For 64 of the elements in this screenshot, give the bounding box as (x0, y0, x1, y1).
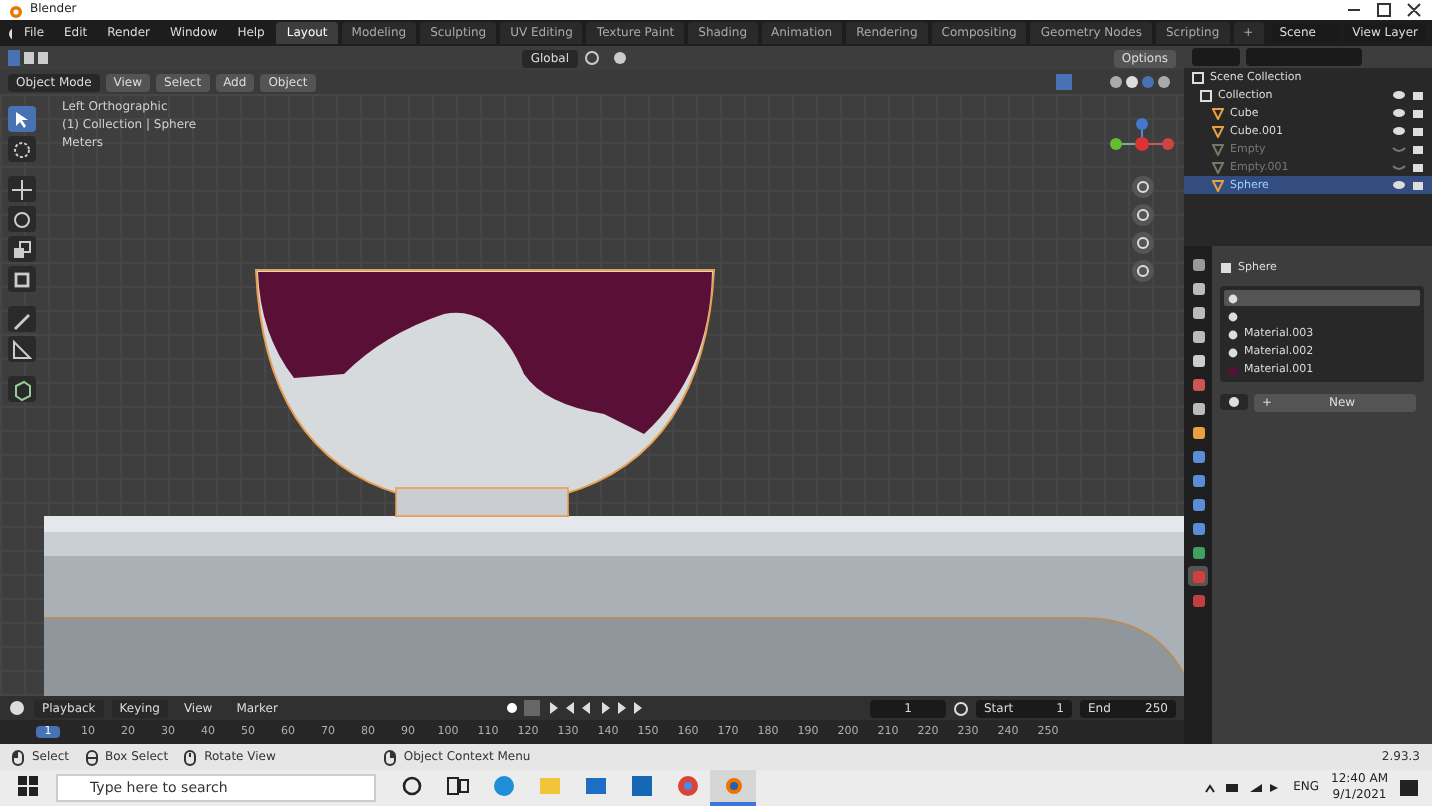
window-controls-icon[interactable] (1344, 2, 1424, 18)
properties-tab[interactable] (1188, 350, 1208, 370)
mouse-icon (184, 749, 197, 765)
particles-tab-icon (1191, 473, 1205, 487)
material-tab-icon (1191, 569, 1205, 583)
mouse-icon (12, 749, 24, 765)
properties-tab[interactable] (1188, 422, 1208, 442)
tool-button[interactable] (8, 206, 36, 232)
search-field[interactable] (1246, 48, 1362, 66)
tool-tab-icon (1191, 257, 1205, 271)
collection-tab-icon (1191, 401, 1205, 415)
properties-tab[interactable] (1188, 494, 1208, 514)
add-cube-icon (10, 377, 34, 401)
properties-tab[interactable] (1188, 518, 1208, 538)
tool-button[interactable] (8, 306, 36, 332)
tool-button[interactable] (8, 266, 36, 292)
properties-tab[interactable] (1188, 446, 1208, 466)
modifiers-tab-icon (1191, 449, 1205, 463)
cursor-icon (10, 137, 34, 161)
material-sphere-icon (1228, 396, 1240, 408)
tool-button[interactable] (8, 106, 36, 132)
output-tab-icon (1191, 305, 1205, 319)
data-tab-icon (1191, 545, 1205, 559)
explorer-icon (535, 772, 563, 800)
browse-material-button[interactable] (1220, 394, 1248, 410)
edge-icon (489, 772, 517, 800)
tool-button[interactable] (8, 176, 36, 202)
texture-tab-icon (1191, 593, 1205, 607)
properties-tab[interactable] (1188, 254, 1208, 274)
cortana-icon (397, 772, 425, 800)
world-tab-icon (1191, 377, 1205, 391)
move-icon (10, 177, 34, 201)
mouse-icon (85, 749, 98, 765)
app-icon (627, 772, 655, 800)
view-layer-tab-icon (1191, 329, 1205, 343)
select-mode-icon[interactable] (8, 50, 52, 66)
system-tray-icon[interactable] (1201, 780, 1282, 796)
transform-icon (10, 267, 34, 291)
measure-icon (10, 337, 34, 361)
properties-tab[interactable] (1188, 542, 1208, 562)
properties-tab[interactable] (1188, 302, 1208, 322)
properties-tab[interactable] (1188, 398, 1208, 418)
constraints-tab-icon (1191, 521, 1205, 535)
mouse-icon (383, 749, 396, 765)
properties-tab[interactable] (1188, 470, 1208, 490)
object-tab-icon (1191, 425, 1205, 439)
scene-tab-icon (1191, 353, 1205, 367)
object-icon (1220, 261, 1232, 273)
eye-icon[interactable] (1392, 180, 1406, 190)
windows-logo-icon (18, 776, 38, 796)
tool-button[interactable] (8, 376, 36, 402)
tool-button[interactable] (8, 236, 36, 262)
scale-icon (10, 237, 34, 261)
rotate-icon (10, 207, 34, 231)
tool-button[interactable] (8, 136, 36, 162)
properties-tab[interactable] (1188, 326, 1208, 346)
properties-tab[interactable] (1188, 278, 1208, 298)
physics-tab-icon (1191, 497, 1205, 511)
render-tab-icon (1191, 281, 1205, 295)
taskview-icon (443, 772, 471, 800)
chrome-icon (673, 772, 701, 800)
mail-icon (581, 772, 609, 800)
tool-button[interactable] (8, 336, 36, 362)
shading-mode-icon[interactable] (1056, 74, 1176, 90)
